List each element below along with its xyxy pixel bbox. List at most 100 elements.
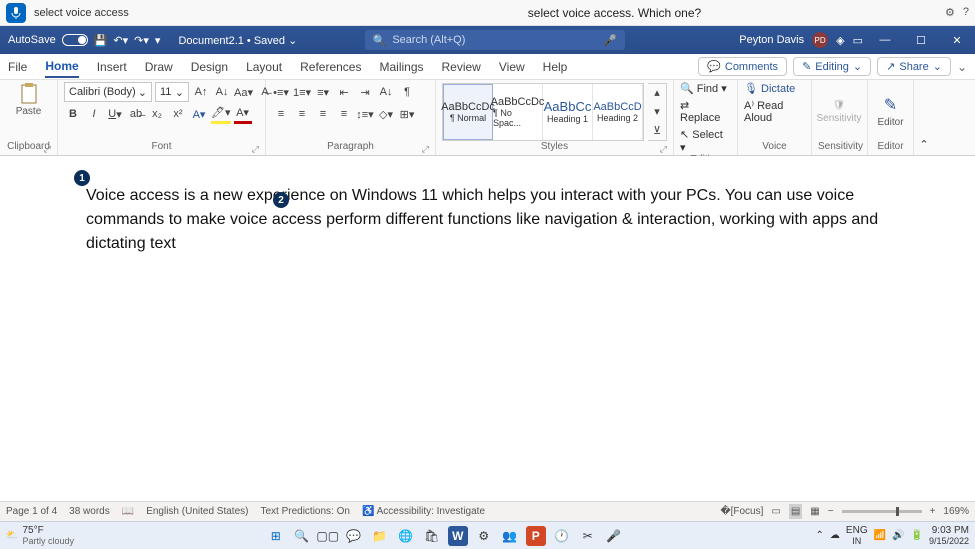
- save-icon[interactable]: 💾: [94, 34, 108, 47]
- align-left-icon[interactable]: ≡: [272, 104, 290, 124]
- style-nospacing[interactable]: AaBbCcDc¶ No Spac...: [493, 84, 543, 140]
- change-case-icon[interactable]: Aa▾: [234, 82, 253, 102]
- ribbon-options-icon[interactable]: ⌄: [957, 60, 967, 74]
- avatar[interactable]: PD: [812, 32, 828, 48]
- document-name[interactable]: Document2.1 • Saved ⌄: [168, 34, 307, 47]
- tab-view[interactable]: View: [499, 60, 525, 74]
- numbering-icon[interactable]: 1≡▾: [293, 82, 311, 102]
- sort-icon[interactable]: A↓: [377, 82, 395, 102]
- close-button[interactable]: ✕: [943, 26, 971, 54]
- italic-button[interactable]: I: [85, 104, 103, 124]
- store-icon[interactable]: 🛍: [422, 526, 442, 546]
- help-icon[interactable]: ?: [963, 6, 969, 19]
- tab-mailings[interactable]: Mailings: [379, 60, 423, 74]
- zoom-slider[interactable]: [842, 510, 922, 513]
- paragraph-launcher-icon[interactable]: ⤢: [422, 144, 429, 155]
- indent-icon[interactable]: ⇥: [356, 82, 374, 102]
- microphone-icon[interactable]: [6, 3, 26, 23]
- explorer-icon[interactable]: 📁: [370, 526, 390, 546]
- tab-draw[interactable]: Draw: [145, 60, 173, 74]
- teams-chat-icon[interactable]: 💬: [344, 526, 364, 546]
- zoom-in-icon[interactable]: +: [930, 506, 936, 517]
- web-layout-icon[interactable]: ▦: [810, 506, 819, 517]
- style-heading2[interactable]: AaBbCcDHeading 2: [593, 84, 643, 140]
- accessibility-indicator[interactable]: ♿ Accessibility: Investigate: [362, 506, 485, 517]
- voice-access-app-icon[interactable]: 🎤: [604, 526, 624, 546]
- edge-icon[interactable]: 🌐: [396, 526, 416, 546]
- styles-down-icon[interactable]: ▾: [648, 102, 666, 121]
- clipboard-launcher-icon[interactable]: ⤢: [44, 144, 51, 155]
- maximize-button[interactable]: ☐: [907, 26, 935, 54]
- editor-button[interactable]: ✎Editor: [874, 95, 907, 128]
- autosave-toggle[interactable]: [62, 34, 88, 46]
- editing-mode-button[interactable]: ✎ Editing ⌄: [793, 57, 871, 76]
- tray-chevron-icon[interactable]: ⌃: [816, 530, 824, 541]
- undo-icon[interactable]: ↶▾: [113, 34, 128, 47]
- shading-icon[interactable]: ◇▾: [377, 104, 395, 124]
- find-button[interactable]: 🔍 Find ▾: [680, 82, 727, 95]
- clock-icon[interactable]: 🕐: [552, 526, 572, 546]
- select-button[interactable]: ↖ Select ▾: [680, 128, 731, 154]
- bold-button[interactable]: B: [64, 104, 82, 124]
- read-aloud-button[interactable]: A⁾ Read Aloud: [744, 99, 805, 124]
- disambiguation-badge-1[interactable]: 1: [74, 170, 90, 186]
- start-button[interactable]: ⊞: [266, 526, 286, 546]
- share-button[interactable]: ↗ Share ⌄: [877, 57, 951, 76]
- font-size-combo[interactable]: 11⌄: [155, 82, 189, 102]
- replace-button[interactable]: ⇄ Replace: [680, 99, 731, 124]
- language-indicator[interactable]: English (United States): [146, 506, 248, 517]
- style-heading1[interactable]: AaBbCcHeading 1: [543, 84, 593, 140]
- battery-icon[interactable]: 🔋: [911, 530, 923, 541]
- wifi-icon[interactable]: 📶: [874, 530, 886, 541]
- multilevel-icon[interactable]: ≡▾: [314, 82, 332, 102]
- teams-icon[interactable]: 👥: [500, 526, 520, 546]
- paste-button[interactable]: Paste: [8, 82, 50, 117]
- style-normal[interactable]: AaBbCcDc¶ Normal: [443, 84, 493, 140]
- underline-button[interactable]: U▾: [106, 104, 124, 124]
- zoom-out-icon[interactable]: −: [828, 506, 834, 517]
- powerpoint-icon[interactable]: P: [526, 526, 546, 546]
- search-mic-icon[interactable]: 🎤: [603, 34, 617, 47]
- minimize-button[interactable]: ―: [871, 26, 899, 54]
- font-launcher-icon[interactable]: ⤢: [252, 144, 259, 155]
- weather-widget[interactable]: ⛅ 75°FPartly cloudy: [6, 525, 74, 546]
- volume-icon[interactable]: 🔊: [892, 530, 904, 541]
- disambiguation-badge-2[interactable]: 2: [273, 192, 289, 208]
- settings-icon[interactable]: ⚙: [474, 526, 494, 546]
- superscript-button[interactable]: x²: [169, 104, 187, 124]
- tab-help[interactable]: Help: [543, 60, 568, 74]
- styles-up-icon[interactable]: ▴: [648, 84, 666, 103]
- strike-button[interactable]: ab̶: [127, 104, 145, 124]
- page-indicator[interactable]: Page 1 of 4: [6, 506, 57, 517]
- show-marks-icon[interactable]: ¶: [398, 82, 416, 102]
- line-spacing-icon[interactable]: ↕≡▾: [356, 104, 374, 124]
- dictate-button[interactable]: 🎙 Dictate: [744, 82, 795, 95]
- styles-gallery[interactable]: AaBbCcDc¶ Normal AaBbCcDc¶ No Spac... Aa…: [442, 83, 644, 141]
- shrink-font-icon[interactable]: A↓: [213, 82, 231, 102]
- gear-icon[interactable]: ⚙: [945, 6, 955, 19]
- qat-more-icon[interactable]: ▾: [155, 34, 161, 47]
- word-count[interactable]: 38 words: [69, 506, 110, 517]
- onedrive-icon[interactable]: ☁: [830, 530, 840, 541]
- collapse-ribbon-icon[interactable]: ⌃: [919, 138, 928, 151]
- tab-references[interactable]: References: [300, 60, 361, 74]
- align-center-icon[interactable]: ≡: [293, 104, 311, 124]
- user-name[interactable]: Peyton Davis: [739, 34, 804, 46]
- tab-layout[interactable]: Layout: [246, 60, 282, 74]
- search-button[interactable]: 🔍: [292, 526, 312, 546]
- redo-icon[interactable]: ↷▾: [134, 34, 149, 47]
- focus-button[interactable]: �[Focus]: [720, 506, 763, 517]
- tab-review[interactable]: Review: [442, 60, 481, 74]
- print-layout-icon[interactable]: ▤: [789, 504, 802, 519]
- word-icon[interactable]: W: [448, 526, 468, 546]
- font-color-icon[interactable]: A▾: [234, 104, 252, 124]
- diamond-icon[interactable]: ◈: [836, 34, 844, 47]
- comments-button[interactable]: 💬 Comments: [698, 57, 787, 76]
- subscript-button[interactable]: x₂: [148, 104, 166, 124]
- taskview-icon[interactable]: ▢▢: [318, 526, 338, 546]
- text-effects-icon[interactable]: A▾: [190, 104, 208, 124]
- tab-design[interactable]: Design: [191, 60, 228, 74]
- tab-home[interactable]: Home: [45, 59, 78, 78]
- highlight-icon[interactable]: 🖊▾: [211, 104, 231, 124]
- language-input[interactable]: ENGIN: [846, 525, 868, 546]
